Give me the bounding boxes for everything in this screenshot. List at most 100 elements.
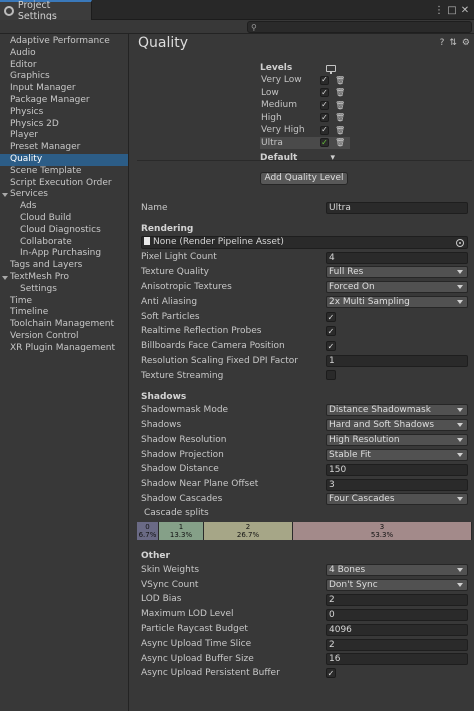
project-settings-tab[interactable]: Project Settings	[0, 0, 92, 22]
cascade-segment-2[interactable]: 2 26.7%	[204, 522, 293, 540]
sidebar-item-editor[interactable]: Editor	[0, 60, 128, 72]
sidebar-item-cloud-diagnostics[interactable]: Cloud Diagnostics	[0, 225, 128, 237]
trash-icon[interactable]: 🗑	[335, 113, 345, 122]
sidebar-item-graphics[interactable]: Graphics	[0, 71, 128, 83]
level-platform-checkbox[interactable]: ✓	[320, 125, 329, 135]
level-row-very-high[interactable]: Very High ✓ 🗑	[260, 124, 350, 137]
sidebar-item-collaborate[interactable]: Collaborate	[0, 237, 128, 249]
sidebar-item-scene-template[interactable]: Scene Template	[0, 166, 128, 178]
shadow-distance-label: Shadow Distance	[141, 464, 219, 474]
help-icon[interactable]: ?	[440, 38, 445, 48]
default-label: Default	[260, 153, 298, 163]
async-upload-time-slice-field[interactable]: 2	[326, 639, 468, 651]
sidebar-item-toolchain-management[interactable]: Toolchain Management	[0, 319, 128, 331]
sidebar-item-package-manager[interactable]: Package Manager	[0, 95, 128, 107]
billboards-face-camera-checkbox[interactable]: ✓	[326, 341, 336, 351]
level-row-high[interactable]: High ✓ 🗑	[260, 112, 350, 125]
shadow-near-plane-offset-field[interactable]: 3	[326, 479, 468, 491]
rendering-heading: Rendering	[141, 224, 194, 234]
trash-icon[interactable]: 🗑	[335, 126, 345, 135]
level-platform-checkbox[interactable]: ✓	[320, 75, 329, 85]
particle-raycast-budget-field[interactable]: 4096	[326, 624, 468, 636]
texture-streaming-checkbox[interactable]	[326, 370, 336, 380]
texture-quality-dropdown[interactable]: Full Res	[326, 266, 468, 278]
cascade-segment-1[interactable]: 1 13.3%	[159, 522, 204, 540]
shadows-dropdown[interactable]: Hard and Soft Shadows	[326, 419, 468, 431]
texture-streaming-label: Texture Streaming	[141, 371, 224, 381]
shadow-cascades-dropdown[interactable]: Four Cascades	[326, 493, 468, 505]
texture-quality-label: Texture Quality	[141, 267, 209, 277]
settings-icon[interactable]: ⚙	[462, 38, 470, 48]
level-row-ultra[interactable]: Ultra ✓ 🗑	[260, 136, 350, 149]
lod-bias-field[interactable]: 2	[326, 594, 468, 606]
shadow-resolution-dropdown[interactable]: High Resolution	[326, 434, 468, 446]
cascade-index: 3	[379, 523, 385, 531]
anisotropic-textures-dropdown[interactable]: Forced On	[326, 281, 468, 293]
level-platform-checkbox[interactable]: ✓	[320, 88, 329, 98]
pixel-light-count-field[interactable]: 4	[326, 252, 468, 264]
level-row-very-low[interactable]: Very Low ✓ 🗑	[260, 74, 350, 87]
sidebar-item-physics-2d[interactable]: Physics 2D	[0, 119, 128, 131]
soft-particles-label: Soft Particles	[141, 312, 200, 322]
shadow-resolution-label: Shadow Resolution	[141, 435, 227, 445]
sidebar-item-preset-manager[interactable]: Preset Manager	[0, 142, 128, 154]
shadow-projection-dropdown[interactable]: Stable Fit	[326, 449, 468, 461]
add-quality-level-button[interactable]: Add Quality Level	[260, 172, 348, 185]
name-field[interactable]: Ultra	[326, 202, 468, 214]
object-picker-icon[interactable]	[456, 239, 464, 247]
async-upload-persistent-buffer-checkbox[interactable]: ✓	[326, 668, 336, 678]
sidebar-item-cloud-build[interactable]: Cloud Build	[0, 213, 128, 225]
async-upload-buffer-size-field[interactable]: 16	[326, 653, 468, 665]
sidebar-item-textmesh-pro[interactable]: TextMesh Pro	[0, 272, 128, 284]
vsync-count-dropdown[interactable]: Don't Sync	[326, 579, 468, 591]
shadowmask-mode-dropdown[interactable]: Distance Shadowmask	[326, 404, 468, 416]
cascade-segment-0[interactable]: 0 6.7%	[137, 522, 159, 540]
search-input[interactable]: ⚲	[247, 21, 472, 33]
sidebar-item-player[interactable]: Player	[0, 130, 128, 142]
level-platform-checkbox[interactable]: ✓	[320, 138, 329, 148]
skin-weights-dropdown[interactable]: 4 Bones	[326, 564, 468, 576]
level-row-low[interactable]: Low ✓ 🗑	[260, 87, 350, 100]
level-name: Medium	[261, 100, 297, 111]
sidebar-item-adaptive-performance[interactable]: Adaptive Performance	[0, 36, 128, 48]
section-divider	[137, 160, 472, 161]
trash-icon[interactable]: 🗑	[335, 101, 345, 110]
sidebar-item-textmesh-settings[interactable]: Settings	[0, 284, 128, 296]
sidebar-item-tags-and-layers[interactable]: Tags and Layers	[0, 260, 128, 272]
maximum-lod-level-field[interactable]: 0	[326, 609, 468, 621]
sidebar-item-quality[interactable]: Quality	[0, 153, 128, 166]
preset-icon[interactable]: ⇅	[449, 38, 457, 48]
sidebar-item-ads[interactable]: Ads	[0, 201, 128, 213]
cascade-segment-3[interactable]: 3 53.3%	[293, 522, 472, 540]
resolution-scaling-field[interactable]: 1	[326, 355, 468, 367]
sidebar-item-physics[interactable]: Physics	[0, 107, 128, 119]
trash-icon[interactable]: 🗑	[335, 88, 345, 97]
trash-icon[interactable]: 🗑	[335, 138, 345, 147]
render-pipeline-asset-field[interactable]: None (Render Pipeline Asset)	[141, 236, 468, 249]
shadow-distance-field[interactable]: 150	[326, 464, 468, 476]
sidebar-item-time[interactable]: Time	[0, 296, 128, 308]
sidebar-item-input-manager[interactable]: Input Manager	[0, 83, 128, 95]
sidebar-item-timeline[interactable]: Timeline	[0, 307, 128, 319]
anti-aliasing-dropdown[interactable]: 2x Multi Sampling	[326, 296, 468, 308]
restore-icon[interactable]: □	[445, 3, 459, 17]
sidebar-item-in-app-purchasing[interactable]: In-App Purchasing	[0, 248, 128, 260]
sidebar-item-script-execution-order[interactable]: Script Execution Order	[0, 178, 128, 190]
header-icons: ? ⇅ ⚙	[440, 38, 470, 48]
level-platform-checkbox[interactable]: ✓	[320, 113, 329, 123]
sidebar-item-audio[interactable]: Audio	[0, 48, 128, 60]
default-dropdown-arrow[interactable]: ▾	[330, 153, 335, 163]
anti-aliasing-label: Anti Aliasing	[141, 297, 198, 307]
level-platform-checkbox[interactable]: ✓	[320, 100, 329, 110]
level-row-medium[interactable]: Medium ✓ 🗑	[260, 99, 350, 112]
realtime-reflection-probes-checkbox[interactable]: ✓	[326, 326, 336, 336]
sidebar-item-services[interactable]: Services	[0, 189, 128, 201]
sidebar-item-xr-plugin-management[interactable]: XR Plugin Management	[0, 343, 128, 355]
sidebar-item-version-control[interactable]: Version Control	[0, 331, 128, 343]
close-icon[interactable]: ✕	[458, 3, 472, 17]
trash-icon[interactable]: 🗑	[335, 76, 345, 85]
soft-particles-checkbox[interactable]: ✓	[326, 312, 336, 322]
name-label: Name	[141, 203, 168, 213]
menu-icon[interactable]: ⋮	[432, 3, 446, 17]
cascade-index: 0	[145, 523, 150, 531]
